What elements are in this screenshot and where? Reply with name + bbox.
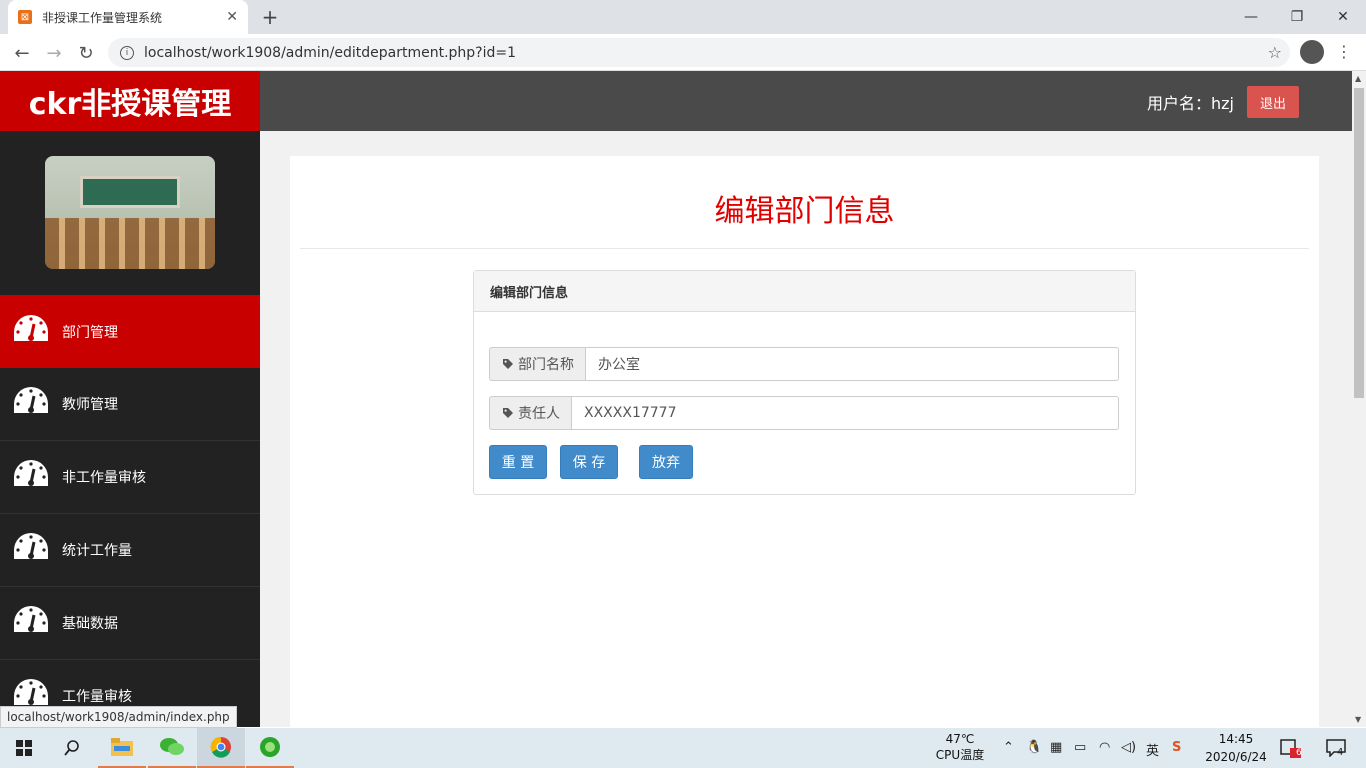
- show-hidden-icons-chevron-icon[interactable]: ⌃: [1003, 740, 1014, 755]
- page-title: 编辑部门信息: [714, 194, 895, 229]
- sidebar-item-label: 基础数据: [62, 616, 118, 632]
- browser-toolbar: ← → ↻ i localhost/work1908/admin/editdep…: [0, 34, 1366, 71]
- department-name-group: 部门名称 办公室: [489, 347, 1119, 381]
- sidebar-item-label: 统计工作量: [62, 543, 132, 559]
- wechat-icon[interactable]: [148, 728, 196, 768]
- department-name-label: 部门名称: [518, 357, 574, 373]
- clock-time[interactable]: 14:45: [1196, 732, 1276, 747]
- cpu-temp-label: CPU温度: [935, 748, 985, 762]
- volume-icon[interactable]: ◁): [1121, 740, 1136, 755]
- sidebar-item-label: 非工作量审核: [62, 470, 146, 486]
- cpu-temp-value: 47℃: [945, 732, 975, 746]
- dashboard-gauge-icon: [10, 602, 52, 644]
- clock-date[interactable]: 2020/6/24: [1196, 750, 1276, 765]
- main-content: 编辑部门信息 编辑部门信息 部门名称 办公室 责任人 XXXXX17777 重 …: [260, 131, 1352, 727]
- edit-department-card: 编辑部门信息 部门名称 办公室 责任人 XXXXX17777 重 置 保 存 放…: [473, 270, 1136, 495]
- scroll-down-arrow-icon[interactable]: ▼: [1355, 715, 1361, 724]
- sidebar-item-label: 教师管理: [62, 397, 118, 413]
- scroll-thumb[interactable]: [1354, 88, 1364, 398]
- sidebar-item-label: 工作量审核: [62, 689, 132, 705]
- browser-tab[interactable]: ⊠ 非授课工作量管理系统 ✕: [8, 0, 248, 34]
- mail-badge: 6: [1296, 748, 1302, 758]
- reset-button[interactable]: 重 置: [489, 445, 547, 479]
- blackboard-shape: [80, 176, 180, 208]
- ime-indicator[interactable]: 英: [1146, 740, 1159, 759]
- tab-close-icon[interactable]: ✕: [226, 9, 238, 25]
- content-panel: 编辑部门信息 编辑部门信息 部门名称 办公室 责任人 XXXXX17777 重 …: [290, 156, 1319, 727]
- close-window-button[interactable]: ✕: [1320, 0, 1366, 34]
- sidebar-item-statistics[interactable]: 统计工作量: [0, 514, 260, 587]
- qq-icon[interactable]: 🐧: [1026, 740, 1042, 755]
- username-label: 用户名：hzj: [1147, 94, 1234, 113]
- owner-input[interactable]: XXXXX17777: [571, 396, 1119, 430]
- owner-addon: 责任人: [489, 396, 571, 430]
- divider: [300, 248, 1309, 249]
- wifi-icon[interactable]: ◠: [1099, 740, 1110, 755]
- minimize-button[interactable]: —: [1228, 0, 1274, 34]
- dashboard-gauge-icon: [10, 456, 52, 498]
- app-header: ckr非授课管理 用户名：hzj 退出: [0, 71, 1352, 131]
- page-scrollbar[interactable]: ▲ ▼: [1352, 71, 1366, 727]
- kebab-menu-icon[interactable]: ⋮: [1336, 42, 1352, 61]
- windows-taskbar: 47℃ CPU温度 ⌃ 🐧 ▦ ▭ ◠ ◁) 英 S 14:45 2020/6/…: [0, 728, 1366, 768]
- tag-icon: [503, 408, 513, 418]
- forward-arrow-icon[interactable]: →: [40, 39, 68, 67]
- save-button[interactable]: 保 存: [560, 445, 618, 479]
- green-app-icon[interactable]: [246, 728, 294, 768]
- start-windows-icon[interactable]: [0, 728, 48, 768]
- tag-icon: [503, 359, 513, 369]
- department-name-addon: 部门名称: [489, 347, 585, 381]
- browser-tabbar: ⊠ 非授课工作量管理系统 ✕ + — ❐ ✕: [0, 0, 1366, 34]
- new-tab-button[interactable]: +: [258, 5, 282, 29]
- chrome-icon[interactable]: [197, 728, 245, 768]
- discard-button[interactable]: 放弃: [639, 445, 693, 479]
- monitor-icon[interactable]: ▦: [1050, 740, 1062, 755]
- sidebar: 部门管理 教师管理 非工作量审核 统计工作量 基础数据 工作量审核: [0, 131, 260, 727]
- sogou-ime-icon[interactable]: S: [1172, 740, 1181, 755]
- owner-label: 责任人: [518, 406, 560, 422]
- battery-icon[interactable]: ▭: [1074, 740, 1086, 755]
- sidebar-item-department[interactable]: 部门管理: [0, 295, 260, 368]
- sidebar-item-base-data[interactable]: 基础数据: [0, 587, 260, 660]
- sidebar-item-teachers[interactable]: 教师管理: [0, 368, 260, 441]
- profile-avatar-icon[interactable]: [1300, 40, 1324, 64]
- back-arrow-icon[interactable]: ←: [8, 39, 36, 67]
- xampp-favicon-icon: ⊠: [18, 10, 32, 24]
- classroom-image: [45, 156, 215, 269]
- notification-badge: 4: [1337, 747, 1344, 758]
- address-bar[interactable]: i localhost/work1908/admin/editdepartmen…: [108, 38, 1290, 67]
- file-explorer-icon[interactable]: [98, 728, 146, 768]
- logout-button[interactable]: 退出: [1247, 86, 1299, 118]
- scroll-up-arrow-icon[interactable]: ▲: [1355, 74, 1361, 83]
- bookmark-star-icon[interactable]: ☆: [1268, 43, 1282, 62]
- desks-shape: [45, 218, 215, 269]
- tab-title: 非授课工作量管理系统: [42, 10, 163, 25]
- brand-logo: ckr非授课管理: [0, 71, 260, 131]
- info-icon[interactable]: i: [120, 45, 134, 60]
- action-center-icon[interactable]: 4: [1316, 728, 1356, 768]
- dashboard-gauge-icon: [10, 383, 52, 425]
- search-icon[interactable]: [48, 728, 96, 768]
- dashboard-gauge-icon: [10, 311, 52, 353]
- mail-icon[interactable]: 6: [1270, 728, 1310, 768]
- department-name-input[interactable]: 办公室: [585, 347, 1119, 381]
- status-bar-link: localhost/work1908/admin/index.php: [0, 706, 237, 728]
- card-heading: 编辑部门信息: [474, 271, 1135, 312]
- sidebar-item-label: 部门管理: [62, 324, 118, 341]
- owner-group: 责任人 XXXXX17777: [489, 396, 1119, 430]
- dashboard-gauge-icon: [10, 529, 52, 571]
- sidebar-item-non-workload-review[interactable]: 非工作量审核: [0, 441, 260, 514]
- reload-icon[interactable]: ↻: [72, 39, 100, 67]
- restore-button[interactable]: ❐: [1274, 0, 1320, 34]
- url-text: localhost/work1908/admin/editdepartment.…: [144, 44, 517, 61]
